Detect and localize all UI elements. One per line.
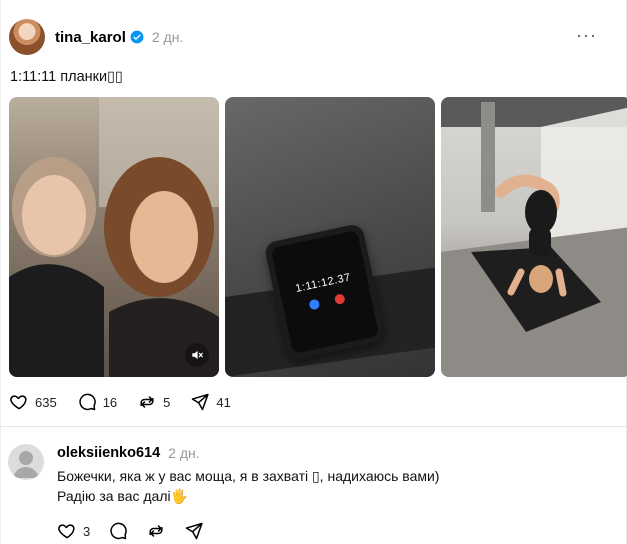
repost-icon [149,525,163,537]
comment-line-1: Божечки, яка ж у вас моща, я в захваті ▯… [57,468,440,484]
timer-blue-dot [308,298,321,311]
timer-readout: 1:11:12.37 [294,271,352,295]
repost-icon [140,396,154,408]
heart-icon [10,395,27,410]
comment-line-2: Радію за вас далі🖐 [57,488,189,504]
post-time: 2 дн. [151,29,184,45]
like-count: 635 [35,394,57,410]
reply-button[interactable]: 16 [77,392,117,412]
post-card: tina_karol 2 дн. ··· 1:11:11 планки▯▯ 1:… [0,0,627,544]
selfie-illustration [9,97,219,377]
post-caption: 1:11:11 планки▯▯ [10,69,124,85]
mute-icon[interactable] [185,343,209,367]
share-button[interactable]: 41 [190,392,231,412]
timer-red-dot [333,293,346,306]
comment-icon [110,522,128,540]
comment-text: Божечки, яка ж у вас моща, я в захваті ▯… [57,466,439,506]
comment-icon [79,393,96,411]
comment-like-count: 3 [83,523,91,539]
reply-count: 16 [102,394,118,410]
media-video-selfie[interactable] [9,97,219,377]
media-carousel[interactable]: 1:11:12.37 [9,97,627,377]
media-headstand[interactable] [441,97,627,377]
media-timer-phone[interactable]: 1:11:12.37 [225,97,435,377]
comment-repost-button[interactable] [146,521,166,541]
headstand-illustration [441,97,627,377]
divider [1,426,627,427]
share-icon [192,393,210,411]
comment-header: oleksiienko614 2 дн. [57,445,200,461]
more-icon[interactable]: ··· [576,26,597,44]
author-username[interactable]: tina_karol [55,29,126,46]
commenter-username[interactable]: oleksiienko614 [57,445,160,461]
share-count: 41 [216,394,231,410]
comment-action-bar: 3 [57,521,222,541]
repost-count: 5 [163,394,171,410]
like-button[interactable]: 635 [9,392,57,412]
author-avatar[interactable] [9,19,45,55]
heart-icon [58,524,75,539]
commenter-avatar[interactable] [8,444,44,480]
repost-button[interactable]: 5 [137,392,170,412]
comment-share-button[interactable] [184,521,204,541]
comment-reply-button[interactable] [108,521,128,541]
post-action-bar: 635 16 5 41 [9,392,251,412]
share-icon [185,522,203,540]
comment-time: 2 дн. [168,445,200,461]
post-header: tina_karol 2 дн. ··· [9,18,609,56]
verified-icon [130,30,144,44]
comment-like-button[interactable]: 3 [57,521,90,541]
